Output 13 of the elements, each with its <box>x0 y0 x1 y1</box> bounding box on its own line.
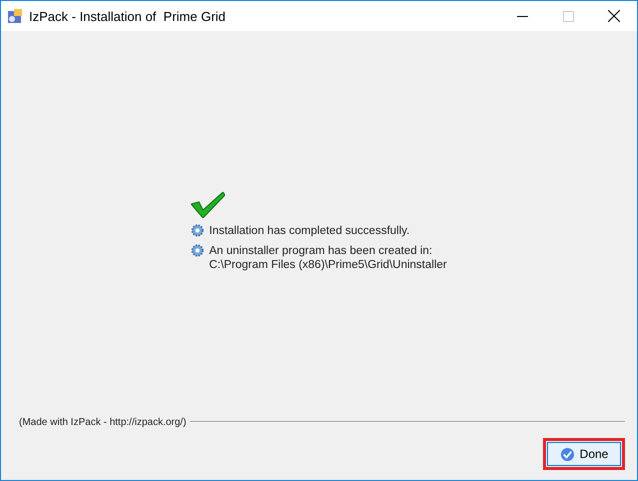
status-message: An uninstaller program has been created in: <box>209 244 434 258</box>
maximize-icon <box>562 10 574 22</box>
close-icon <box>608 10 620 22</box>
window-title: IzPack - Installation of Prime Grid <box>29 8 227 24</box>
done-button[interactable]: Done <box>547 442 621 466</box>
status-message: Installation has completed successfully. <box>209 224 410 238</box>
checkmark-icon <box>191 192 226 218</box>
check-circle-icon <box>560 446 575 462</box>
gear-icon <box>191 224 204 236</box>
gear-icon <box>191 244 204 256</box>
install-path: C:\Program Files (x86)\Prime5\Grid\Uninstaller <box>209 258 447 272</box>
credit-text: (Made with IzPack - http://izpack.org/) <box>19 416 186 428</box>
installer-icon <box>7 8 23 24</box>
